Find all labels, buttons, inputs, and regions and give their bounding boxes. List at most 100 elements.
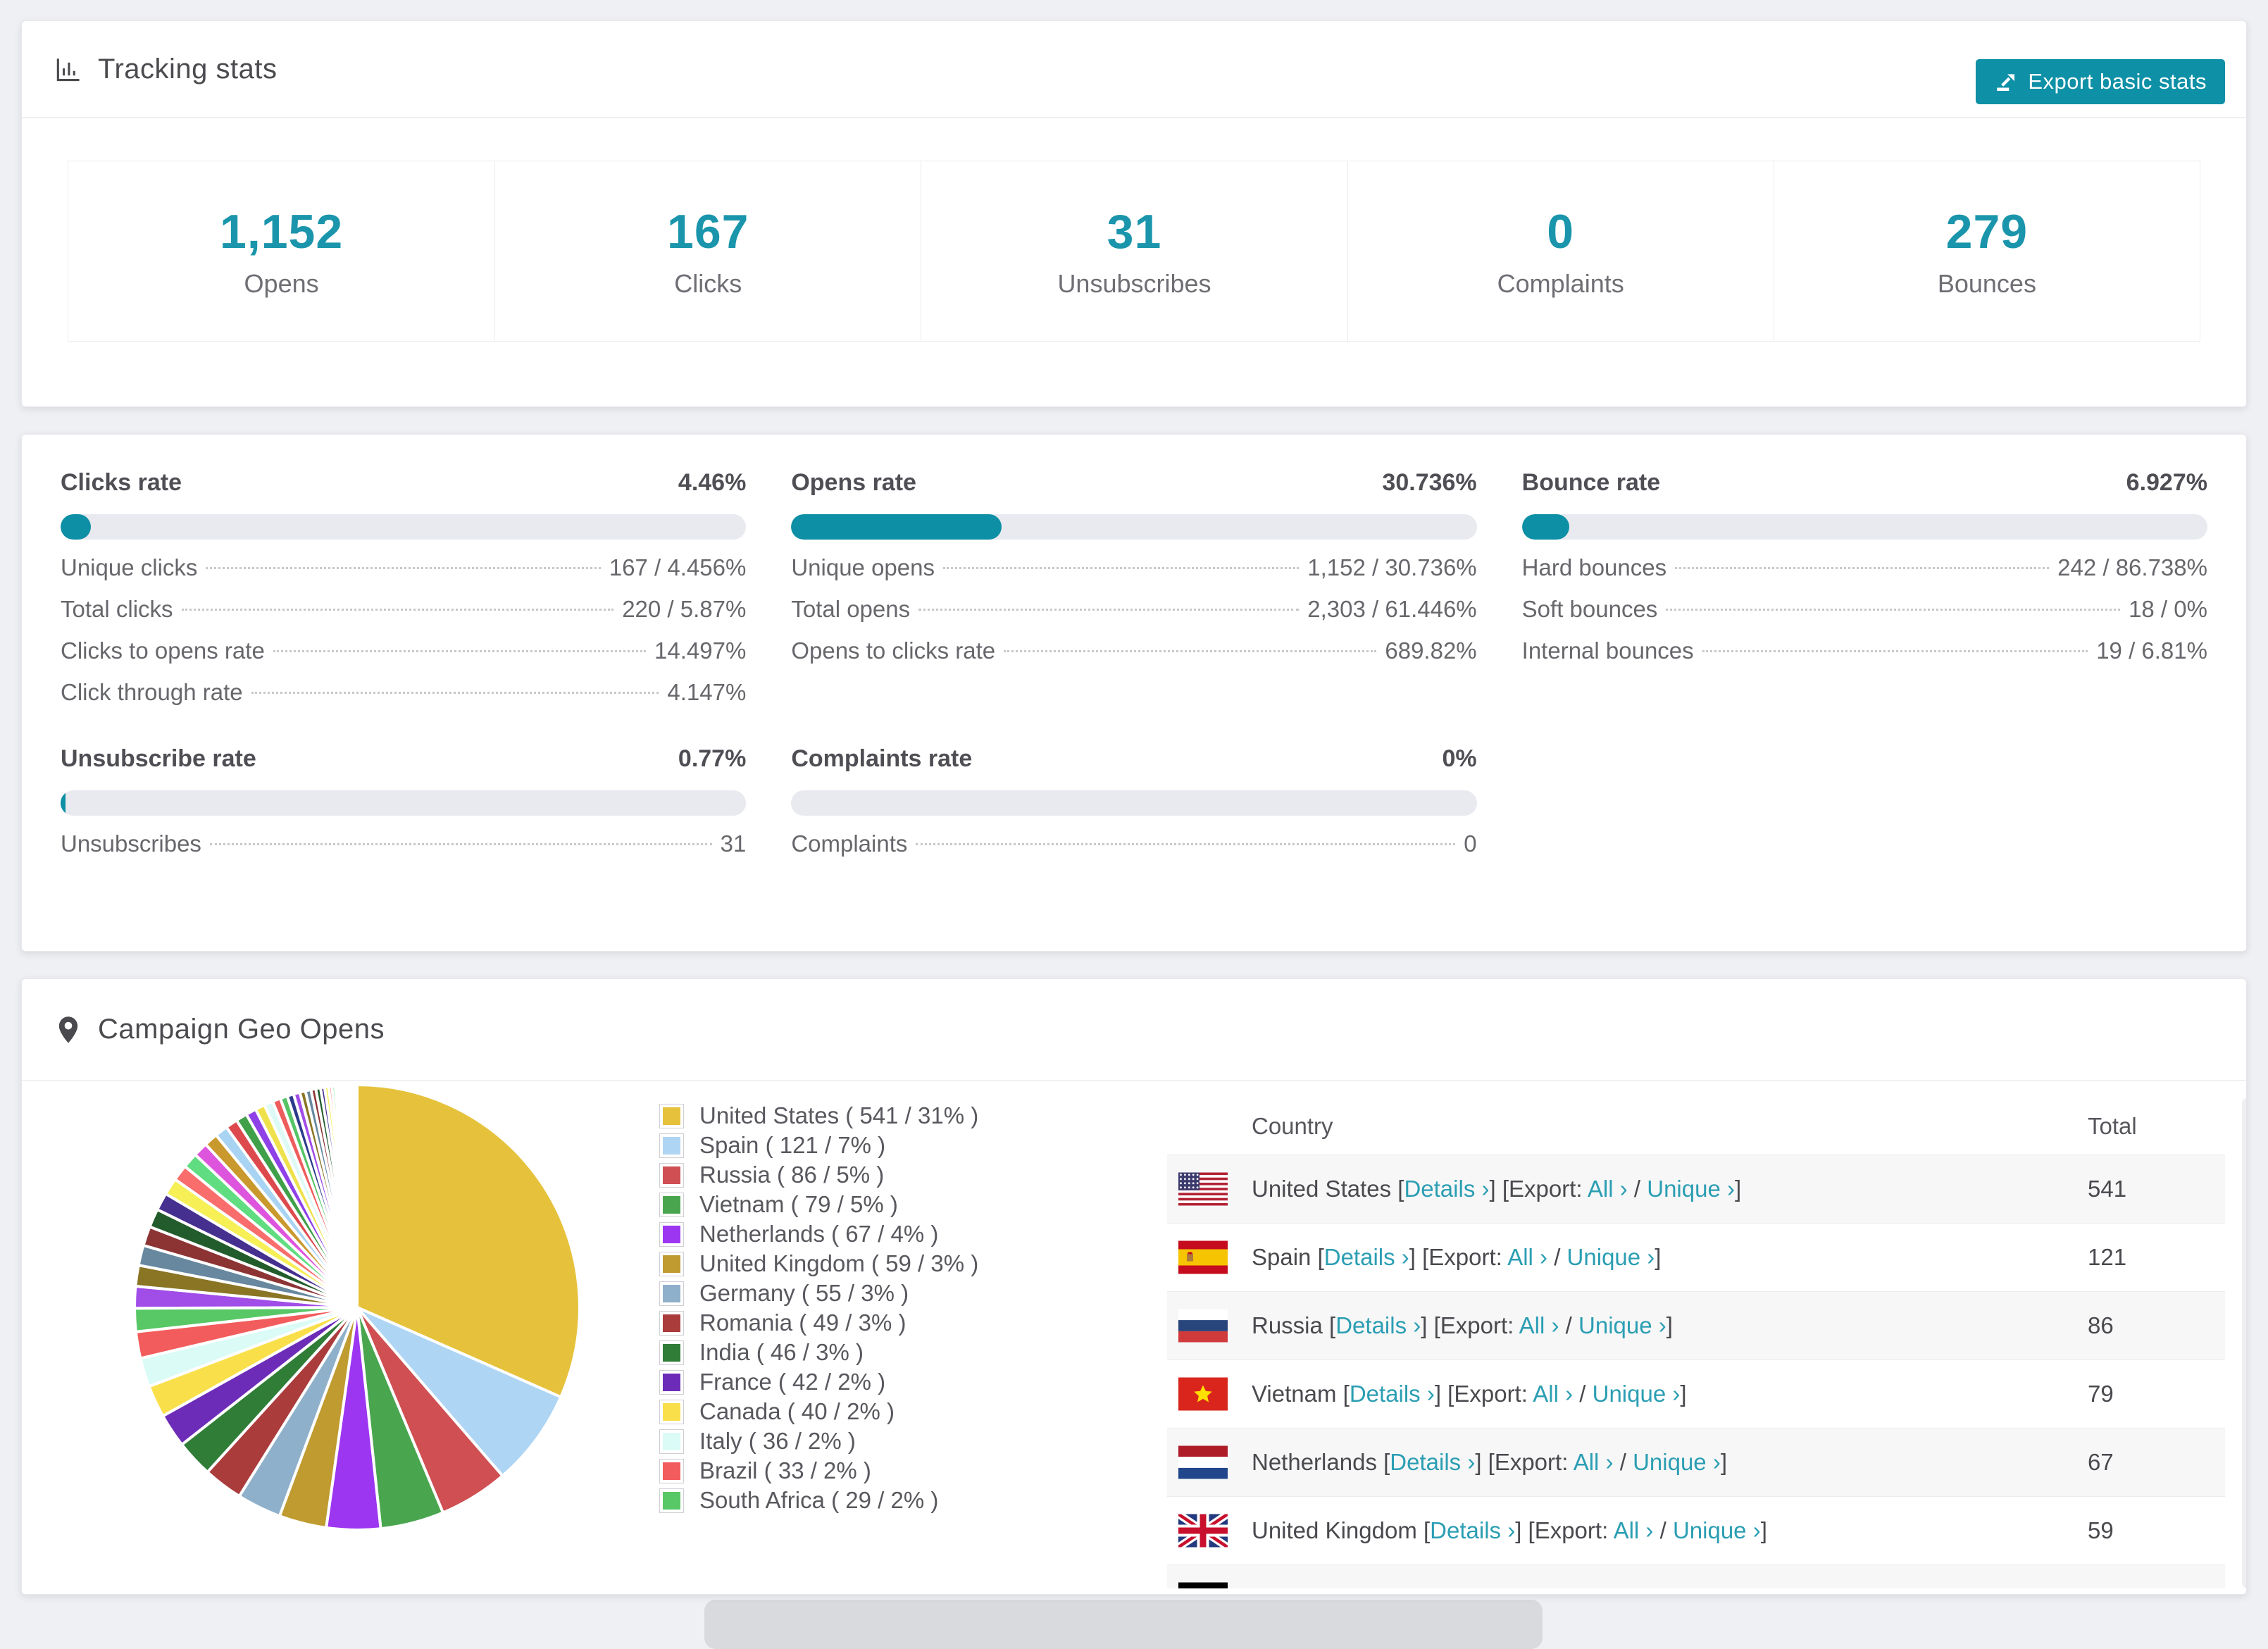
export-all-link[interactable]: All ›: [1519, 1312, 1559, 1338]
export-unique-link[interactable]: Unique ›: [1673, 1517, 1761, 1543]
details-link[interactable]: Details ›: [1430, 1517, 1515, 1543]
legend-item-france: France ( 42 / 2% ): [659, 1367, 978, 1397]
rate-detail-rows: Hard bounces 242 / 86.738% Soft bounces 18 …: [1522, 554, 2207, 665]
rate-detail-label: Clicks to opens rate: [61, 637, 265, 664]
rate-detail-value: 242 / 86.738%: [2057, 554, 2207, 580]
country-cell: Vietnam [Details ›] [Export: All › / Uni…: [1252, 1381, 1687, 1407]
legend-swatch: [659, 1133, 684, 1158]
export-unique-link[interactable]: Unique ›: [1567, 1244, 1655, 1270]
legend-label: Romania ( 49 / 3% ): [699, 1309, 906, 1336]
export-all-link[interactable]: All ›: [1507, 1244, 1547, 1270]
details-link[interactable]: Details ›: [1335, 1312, 1421, 1338]
rate-progress-fill: [61, 514, 92, 540]
export-all-link[interactable]: All ›: [1533, 1381, 1573, 1407]
dotted-leader: [273, 650, 647, 652]
table-row-united-states: United States [Details ›] [Export: All ›…: [1167, 1155, 2225, 1224]
total-cell: 67: [2088, 1449, 2114, 1475]
dotted-leader: [942, 567, 1300, 569]
country-name: United States: [1252, 1176, 1398, 1202]
rate-detail-label: Click through rate: [61, 679, 243, 705]
rate-detail-row: Soft bounces 18 / 0%: [1522, 595, 2207, 623]
rate-header: Opens rate 30.736%: [791, 468, 1476, 497]
rate-detail-value: 31: [720, 830, 747, 857]
export-all-link[interactable]: All ›: [1588, 1176, 1628, 1202]
rate-block-clicks-rate: Clicks rate 4.46% Unique clicks 167 / 4.456…: [61, 468, 747, 707]
dotted-leader: [918, 609, 1300, 611]
table-body: United States [Details ›] [Export: All ›…: [1167, 1155, 2225, 1588]
rate-detail-row: Unique clicks 167 / 4.456%: [61, 554, 746, 582]
export-all-link[interactable]: All ›: [1574, 1449, 1614, 1475]
stat-value: 279: [1945, 204, 2029, 259]
rate-detail-label: Total clicks: [61, 596, 173, 622]
details-link[interactable]: Details ›: [1390, 1449, 1475, 1475]
tracking-stats-header: Tracking stats Export basic stats: [22, 21, 2246, 118]
country-cell: United States [Details ›] [Export: All ›…: [1252, 1176, 1742, 1202]
rate-detail-row: Hard bounces 242 / 86.738%: [1522, 554, 2207, 582]
country-name: Russia: [1252, 1312, 1330, 1338]
rate-detail-value: 689.82%: [1385, 637, 1477, 664]
rate-block-opens-rate: Opens rate 30.736% Unique opens 1,152 / 30.…: [791, 468, 1477, 665]
flag-es-icon: [1178, 1240, 1228, 1274]
legend-label: United Kingdom ( 59 / 3% ): [699, 1250, 979, 1276]
table-scrollbar[interactable]: [2242, 1098, 2246, 1588]
rate-detail-value: 4.147%: [667, 679, 747, 705]
legend-item-south-africa: South Africa ( 29 / 2% ): [659, 1486, 978, 1515]
flag-us-icon: [1178, 1172, 1228, 1206]
rate-detail-value: 19 / 6.81%: [2096, 637, 2207, 664]
flag-gb-icon: [1178, 1514, 1228, 1548]
stat-value: 167: [667, 204, 749, 259]
dotted-leader: [209, 843, 712, 845]
legend-label: France ( 42 / 2% ): [699, 1369, 886, 1395]
legend-item-romania: Romania ( 49 / 3% ): [659, 1308, 978, 1338]
country-cell: Spain [Details ›] [Export: All › / Uniqu…: [1252, 1244, 1662, 1270]
export-unique-link[interactable]: Unique ›: [1633, 1449, 1721, 1475]
rate-progress-fill: [791, 514, 1002, 540]
country-cell: Russia [Details ›] [Export: All › / Uniq…: [1252, 1312, 1673, 1338]
legend-swatch: [659, 1399, 684, 1424]
export-basic-stats-button[interactable]: Export basic stats: [1976, 59, 2225, 104]
flag-de-icon: [1178, 1582, 1228, 1588]
stat-tile-opens: 1,152 Opens: [68, 161, 494, 341]
rate-detail-row: Clicks to opens rate 14.497%: [61, 637, 746, 665]
legend-label: Spain ( 121 / 7% ): [699, 1132, 886, 1158]
export-all-link[interactable]: All ›: [1614, 1517, 1654, 1543]
rate-detail-value: 2,303 / 61.446%: [1307, 596, 1477, 622]
legend-swatch: [659, 1429, 684, 1454]
table-row-spain: Spain [Details ›] [Export: All › / Uniqu…: [1167, 1224, 2225, 1292]
rate-value: 6.927%: [2126, 469, 2207, 496]
dotted-leader: [1004, 650, 1377, 652]
legend-item-brazil: Brazil ( 33 / 2% ): [659, 1456, 978, 1486]
export-unique-link[interactable]: Unique ›: [1593, 1381, 1681, 1407]
rate-detail-row: Click through rate 4.147%: [61, 678, 746, 707]
export-icon: [1997, 74, 2015, 92]
stat-value: 1,152: [220, 204, 344, 259]
stat-tile-bounces: 279 Bounces: [1773, 161, 2200, 341]
rate-detail-label: Unique opens: [791, 554, 935, 580]
bottom-gray-panel: [704, 1600, 1543, 1649]
rate-progress-track: [791, 790, 1477, 816]
rate-block-bounce-rate: Bounce rate 6.927% Hard bounces 242 / 86.73…: [1521, 468, 2207, 665]
table-row-de: [1167, 1565, 2225, 1588]
export-unique-link[interactable]: Unique ›: [1578, 1312, 1666, 1338]
rate-detail-label: Soft bounces: [1521, 596, 1658, 622]
legend-swatch: [659, 1251, 684, 1276]
rate-detail-label: Unsubscribes: [61, 830, 201, 857]
details-link[interactable]: Details ›: [1404, 1176, 1489, 1202]
details-link[interactable]: Details ›: [1350, 1381, 1435, 1407]
details-link[interactable]: Details ›: [1324, 1244, 1409, 1270]
dotted-leader: [916, 843, 1456, 845]
legend-item-italy: Italy ( 36 / 2% ): [659, 1426, 978, 1456]
legend-swatch: [659, 1340, 684, 1365]
rate-detail-rows: Unsubscribes 31: [61, 830, 746, 858]
legend-item-vietnam: Vietnam ( 79 / 5% ): [659, 1190, 978, 1219]
legend-item-germany: Germany ( 55 / 3% ): [659, 1278, 978, 1308]
table-header-row: Country Total: [1167, 1098, 2225, 1155]
legend-label: United States ( 541 / 31% ): [699, 1102, 979, 1128]
campaign-geo-opens-card: Campaign Geo Opens United States ( 541 /…: [21, 978, 2247, 1595]
export-unique-link[interactable]: Unique ›: [1647, 1176, 1735, 1202]
column-header-country: Country: [1252, 1113, 1333, 1139]
rate-title: Clicks rate: [61, 469, 182, 496]
rate-value: 30.736%: [1382, 469, 1477, 496]
rate-detail-value: 220 / 5.87%: [622, 596, 747, 622]
table-row-netherlands: Netherlands [Details ›] [Export: All › /…: [1167, 1429, 2225, 1497]
